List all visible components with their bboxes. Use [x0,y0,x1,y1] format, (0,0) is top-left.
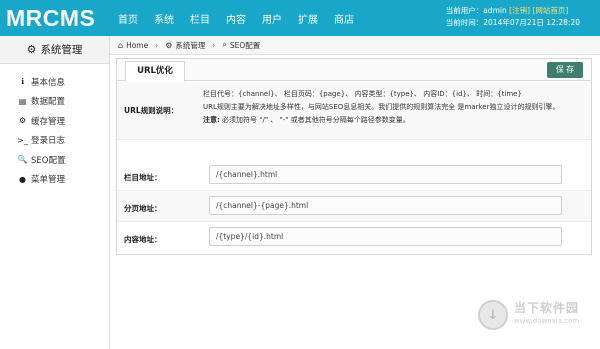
rule-variables: 栏目代号：{channel}、 栏目页码：{page}、 内容类型：{type}… [203,90,522,98]
rule-explanation: URL规则主要为解决地址多样性，与网站SEO息息相关。我们提供的规则算法完全 是… [203,103,560,111]
logo[interactable]: MRCMS [6,5,95,32]
breadcrumb-current: SEO配置 [229,40,261,50]
rule-description-row: URL规则说明： 栏目代号：{channel}、 栏目页码：{page}、 内容… [117,82,591,140]
terminal-icon: >_ [17,135,28,145]
search-icon: ⌕ [222,40,227,49]
save-button[interactable]: 保 存 [547,62,583,78]
content-url-label: 内容地址： [124,235,162,244]
page-url-label: 分页地址： [124,204,162,213]
channel-url-label: 栏目地址： [124,173,162,182]
nav-item-system[interactable]: 系统 [154,11,174,26]
sidebar-item-label: 基本信息 [31,77,66,88]
sidebar-item-label: 缓存管理 [31,116,66,127]
sidebar-item-data-config[interactable]: ▤ 数据配置 [0,92,109,112]
note-label: 注意: [203,116,220,124]
breadcrumb-home[interactable]: Home [126,41,148,50]
search-icon: 🔍 [17,155,28,165]
info-icon: ℹ [20,77,25,87]
note-text: 必须加符号 "/" 、 "-" 或者其他符号分隔每个路径参数变量。 [219,116,410,124]
sidebar-item-cache[interactable]: ⚙ 缓存管理 [0,111,109,131]
rule-note: 注意: 必须加符号 "/" 、 "-" 或者其他符号分隔每个路径参数变量。 [203,114,583,127]
nav-item-home[interactable]: 首页 [118,11,138,26]
sidebar-item-seo[interactable]: 🔍 SEO配置 [0,150,109,170]
breadcrumb: ⌂ Home › ⚙ 系统管理 › ⌕ SEO配置 [110,36,600,55]
current-time: 当前时间：2014年07月21日 12:28:20 [445,18,580,27]
sidebar-item-label: 数据配置 [31,97,66,108]
gear-icon: ⚙ [165,40,173,50]
site-home-link[interactable]: [网站首页] [532,6,568,15]
watermark-en: www.downxia.com [514,317,580,325]
channel-url-row: 栏目地址： [117,160,591,191]
sidebar-title: ⚙ 系统管理 [0,36,110,64]
nav-item-content[interactable]: 内容 [226,11,246,26]
sidebar-item-menu[interactable]: ● 菜单管理 [0,170,109,190]
main-nav: 首页 系统 栏目 内容 用户 扩展 商店 [118,11,370,26]
chevron-right-icon: › [212,40,216,50]
content-url-row: 内容地址： [117,222,591,253]
tab-bar: URL优化 保 存 [117,59,591,82]
rule-description-text: 栏目代号：{channel}、 栏目页码：{page}、 内容类型：{type}… [203,88,583,127]
top-bar: MRCMS 首页 系统 栏目 内容 用户 扩展 商店 当前用户：admin [注… [0,0,600,36]
nav-item-extend[interactable]: 扩展 [298,11,318,26]
current-user: 当前用户：admin [445,6,507,15]
sidebar: ℹ 基本信息 ▤ 数据配置 ⚙ 缓存管理 >_ 登录日志 🔍 SEO配置 ● 菜… [0,64,110,349]
chevron-right-icon: › [155,40,159,50]
sidebar-title-label: 系统管理 [40,44,83,56]
tab-url-optimize[interactable]: URL优化 [125,61,185,82]
sidebar-item-basic-info[interactable]: ℹ 基本信息 [0,72,109,92]
content-url-input[interactable] [209,227,562,246]
watermark-cn: 当下软件园 [514,301,580,315]
page-url-input[interactable] [209,196,562,215]
watermark: ↓ 当下软件园 www.downxia.com [478,300,579,330]
logout-link[interactable]: [注销] [509,6,530,15]
circle-icon: ● [19,174,26,184]
data-icon: ▤ [18,96,27,106]
gear-icon: ⚙ [26,43,37,56]
nav-item-store[interactable]: 商店 [334,11,354,26]
sidebar-item-label: 菜单管理 [31,175,66,186]
sidebar-item-label: SEO配置 [31,155,66,166]
sidebar-item-label: 登录日志 [31,136,66,147]
channel-url-input[interactable] [209,165,562,184]
watermark-logo-icon: ↓ [478,300,508,330]
seo-config-panel: URL优化 保 存 URL规则说明： 栏目代号：{channel}、 栏目页码：… [116,58,592,255]
sidebar-item-login-log[interactable]: >_ 登录日志 [0,131,109,151]
page-url-row: 分页地址： [117,191,591,222]
user-info: 当前用户：admin [注销] [网站首页] 当前时间：2014年07月21日 … [446,5,580,29]
breadcrumb-section[interactable]: 系统管理 [175,40,205,51]
nav-item-users[interactable]: 用户 [262,11,282,26]
cache-icon: ⚙ [18,116,27,126]
rule-description-label: URL规则说明： [124,106,179,115]
home-icon: ⌂ [118,40,124,50]
nav-item-channel[interactable]: 栏目 [190,11,210,26]
